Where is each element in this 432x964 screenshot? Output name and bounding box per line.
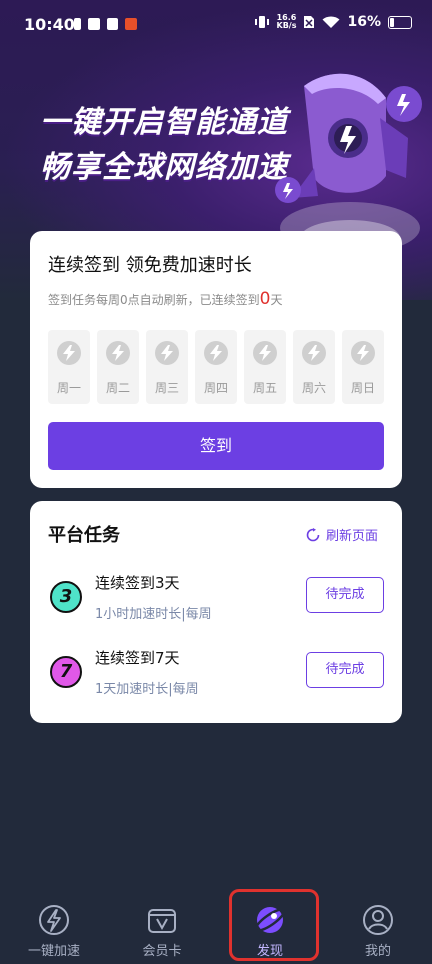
- task-name: 连续签到3天: [95, 574, 180, 592]
- day-slot-sun: 周日: [342, 330, 384, 404]
- task-badge-3: 3: [50, 581, 82, 613]
- streak-count: 0: [259, 289, 271, 309]
- tasks-title: 平台任务: [48, 525, 120, 546]
- app-notification-icon: [125, 18, 137, 30]
- lightning-icon: [302, 341, 326, 365]
- book-app-icon: [88, 18, 100, 30]
- task-desc: 1小时加速时长|每周: [95, 607, 212, 622]
- day-label: 周一: [56, 381, 81, 395]
- checkin-card: 连续签到 领免费加速时长 签到任务每周0点自动刷新，已连续签到0天 周一 周二 …: [30, 231, 402, 488]
- battery-icon: [388, 15, 412, 29]
- lightning-icon: [351, 341, 375, 365]
- tab-vip-card[interactable]: 会员卡: [117, 890, 207, 964]
- vibrate-icon: [254, 16, 269, 28]
- tab-mine[interactable]: 我的: [333, 890, 423, 964]
- rocket-illustration: [275, 73, 422, 256]
- bottom-tab-bar: 一键加速 会员卡 发现 我的: [0, 890, 432, 964]
- network-speed-unit: KB/s: [276, 21, 297, 30]
- checkin-subtitle-unit: 天: [270, 293, 283, 307]
- lightning-icon: [204, 341, 228, 365]
- task-name: 连续签到7天: [95, 649, 180, 667]
- task-desc: 1天加速时长|每周: [95, 682, 199, 697]
- day-label: 周日: [350, 381, 375, 395]
- day-slot-thu: 周四: [195, 330, 237, 404]
- platform-tasks-card: 平台任务 刷新页面 3 连续签到3天 1小时加速时长|每周 待完成 7 连续签到…: [30, 501, 402, 723]
- tab-label: 会员卡: [142, 944, 182, 959]
- lightning-icon: [57, 341, 81, 365]
- day-slot-wed: 周三: [146, 330, 188, 404]
- lightning-icon: [39, 905, 69, 935]
- day-slot-mon: 周一: [48, 330, 90, 404]
- task-item: 7 连续签到7天 1天加速时长|每周 待完成: [48, 646, 384, 706]
- hero-slogan-line1: 一键开启智能通道: [40, 105, 288, 140]
- tab-label: 一键加速: [27, 944, 80, 959]
- sign-in-button[interactable]: 签到: [48, 422, 384, 470]
- day-label: 周六: [301, 381, 326, 395]
- day-label: 周五: [252, 381, 277, 395]
- day-slot-fri: 周五: [244, 330, 286, 404]
- task-pending-button[interactable]: 待完成: [306, 577, 384, 613]
- day-label: 周二: [105, 381, 130, 395]
- day-label: 周三: [154, 381, 179, 395]
- sim-icon: [74, 18, 81, 30]
- day-label: 周四: [203, 381, 228, 395]
- refresh-icon: [306, 527, 320, 541]
- task-pending-button[interactable]: 待完成: [306, 652, 384, 688]
- lightning-icon: [106, 341, 130, 365]
- checkin-title: 连续签到 领免费加速时长: [48, 255, 252, 276]
- checkin-subtitle-text: 签到任务每周0点自动刷新，已连续签到: [48, 293, 260, 307]
- lightning-icon: [155, 341, 179, 365]
- tab-boost[interactable]: 一键加速: [9, 890, 99, 964]
- battery-percent: 16%: [347, 14, 381, 30]
- status-bar: 10:40 16.6 KB/s 16%: [0, 0, 432, 50]
- day-slot-tue: 周二: [97, 330, 139, 404]
- checkin-subtitle: 签到任务每周0点自动刷新，已连续签到0天: [48, 289, 282, 309]
- status-time: 10:40: [24, 15, 75, 34]
- task-item: 3 连续签到3天 1小时加速时长|每周 待完成: [48, 571, 384, 631]
- wifi-icon: [322, 16, 340, 28]
- tab-label: 我的: [364, 944, 391, 959]
- hero-slogan-line2: 畅享全球网络加速: [40, 150, 288, 185]
- tiktok-icon: [107, 18, 118, 30]
- vip-card-icon: [148, 909, 176, 933]
- task-badge-7: 7: [50, 656, 82, 688]
- user-icon: [363, 905, 393, 935]
- no-sim-icon: [304, 16, 315, 28]
- refresh-label: 刷新页面: [325, 529, 378, 544]
- network-speed: 16.6 KB/s: [277, 14, 297, 30]
- weekday-checkin-row: 周一 周二 周三 周四 周五 周六 周日: [48, 330, 384, 404]
- day-slot-sat: 周六: [293, 330, 335, 404]
- lightning-icon: [253, 341, 277, 365]
- tab-highlight-annotation: [229, 889, 319, 961]
- refresh-page-button[interactable]: 刷新页面: [306, 525, 378, 544]
